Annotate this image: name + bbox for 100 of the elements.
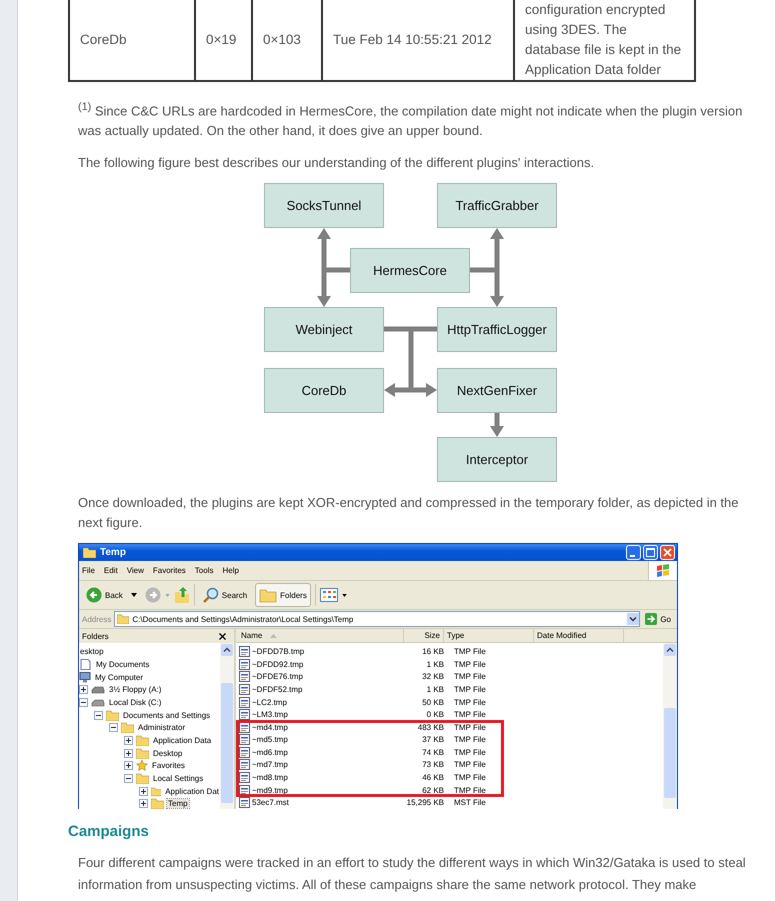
expand-icon[interactable] (124, 748, 133, 758)
file-name[interactable]: ~md9.tmp (252, 786, 288, 795)
close-button[interactable] (660, 545, 675, 560)
close-icon[interactable] (219, 632, 226, 640)
scroll-up-icon[interactable] (221, 644, 233, 656)
menu-item[interactable]: File (82, 566, 95, 576)
expand-icon[interactable] (139, 799, 148, 808)
diagram-node: Webinject (264, 307, 384, 352)
minimize-button[interactable] (626, 545, 641, 560)
diagram-node: CoreDb (264, 368, 384, 414)
tree-item[interactable]: Local Disk (C:) (108, 698, 162, 707)
expand-icon[interactable] (79, 685, 88, 694)
maximize-button[interactable] (643, 545, 658, 560)
tree-item[interactable]: Application Data (152, 736, 212, 745)
expand-icon[interactable] (124, 761, 133, 770)
tree-item[interactable]: Desktop (152, 748, 184, 758)
tree-item[interactable]: Favorites (151, 761, 186, 770)
file-size: 32 KB (421, 672, 444, 682)
file-size: 15,295 KB (406, 798, 444, 808)
up-folder-icon[interactable] (174, 586, 190, 604)
file-icon (239, 671, 250, 682)
file-type: TMP File (453, 684, 486, 694)
file-name[interactable]: ~DFDD7B.tmp (252, 647, 304, 656)
diagram-node: HttpTrafficLogger (437, 307, 557, 352)
paragraph: Once downloaded, the plugins are kept XOR-encrypted and compressed in the temporary folder, as depicted in the next figure. (77, 494, 740, 532)
collapse-icon[interactable] (109, 723, 118, 732)
collapse-icon[interactable] (79, 698, 88, 707)
folder-icon (136, 773, 149, 784)
views-icon[interactable] (320, 588, 338, 602)
file-type: TMP File (453, 710, 486, 720)
file-name[interactable]: ~DFDE76.tmp (252, 672, 303, 682)
column-header[interactable]: Type (444, 629, 534, 642)
caret-icon[interactable] (342, 594, 347, 597)
dropdown-icon[interactable] (627, 613, 640, 626)
menu-item[interactable]: View (126, 566, 144, 576)
file-name[interactable]: ~md6.tmp (252, 748, 288, 757)
folder-icon (106, 710, 119, 721)
file-name[interactable]: ~DFDF52.tmp (252, 684, 302, 694)
file-name[interactable]: ~LC2.tmp (252, 698, 287, 706)
file-name[interactable]: ~md7.tmp (252, 760, 288, 770)
address-field[interactable]: C:\Documents and Settings\Administrator\Local Settings\Temp (114, 611, 640, 628)
expand-icon[interactable] (139, 786, 148, 796)
file-name[interactable]: ~LM3.tmp (252, 710, 288, 720)
column-header[interactable]: Name (236, 629, 404, 642)
file-size: 483 KB (416, 722, 444, 732)
back-button[interactable]: Back (82, 583, 127, 608)
menu-item[interactable]: Edit (104, 566, 118, 576)
minimize-icon (630, 554, 634, 557)
column-header[interactable]: Size (404, 629, 444, 642)
expand-icon[interactable] (124, 736, 133, 745)
tree-item[interactable]: My Computer (94, 672, 144, 682)
paragraph: Four different campaigns were tracked in an effort to study the different ways in which Win32/Gataka is used to steal information from unsuspecting victims. All of these campaigns share the same network protocol. They make (77, 854, 747, 894)
flag-icon (655, 564, 671, 578)
scroll-up-icon[interactable] (664, 644, 676, 656)
go-button[interactable]: Go (643, 613, 677, 626)
tree-item[interactable]: Application Dat (164, 786, 220, 796)
folder-icon (259, 588, 278, 603)
file-name[interactable]: ~md8.tmp (252, 773, 288, 782)
search-button[interactable]: Search (198, 583, 252, 608)
menu-item[interactable]: Help (222, 566, 239, 576)
menu-item[interactable]: Favorites (152, 566, 186, 576)
caret-icon[interactable] (130, 593, 137, 598)
table-cell: 0×19 (195, 0, 252, 81)
column-header[interactable]: Date Modified (534, 629, 624, 642)
folder-icon (151, 798, 164, 810)
file-name[interactable]: ~md5.tmp (252, 735, 288, 744)
scrollbar[interactable] (663, 643, 677, 810)
diagram-node: Interceptor (437, 437, 557, 482)
tree-item[interactable]: Administrator (137, 723, 186, 732)
scrollbar[interactable] (220, 643, 234, 810)
file-name[interactable]: 53ec7.mst (252, 798, 289, 808)
menu-item[interactable]: Tools (194, 566, 214, 576)
diagram-node: SocksTunnel (264, 183, 384, 228)
tree-item[interactable]: esktop (79, 647, 105, 656)
table-cell: CoreDb (69, 0, 195, 81)
tree-item[interactable]: My Documents (95, 660, 150, 669)
tree-item[interactable]: Documents and Settings (122, 710, 212, 720)
file-name[interactable]: ~DFDD92.tmp (252, 660, 304, 669)
file-icon (239, 784, 250, 796)
file-icon (239, 722, 250, 733)
address-label: Address (82, 614, 112, 624)
close-icon (663, 548, 672, 558)
file-type: TMP File (453, 698, 486, 706)
file-size: 62 KB (421, 786, 444, 795)
file-type: TMP File (453, 786, 486, 795)
diagram-node: NextGenFixer (437, 368, 557, 414)
file-icon (239, 684, 250, 695)
folder-icon (117, 614, 130, 624)
tree-item[interactable]: Local Settings (152, 774, 204, 784)
folders-button[interactable]: Folders (255, 583, 311, 608)
file-icon (239, 772, 250, 784)
collapse-icon[interactable] (94, 710, 103, 720)
double-arrow-connector (384, 326, 437, 398)
window-title: Temp (100, 547, 126, 558)
collapse-icon[interactable] (124, 774, 133, 784)
file-size: 73 KB (421, 760, 444, 770)
tree-item[interactable]: Temp (167, 799, 189, 808)
file-name[interactable]: ~md4.tmp (252, 722, 288, 732)
tree-item[interactable]: 3½ Floppy (A:) (108, 685, 162, 694)
section-heading: Campaigns (68, 823, 150, 840)
